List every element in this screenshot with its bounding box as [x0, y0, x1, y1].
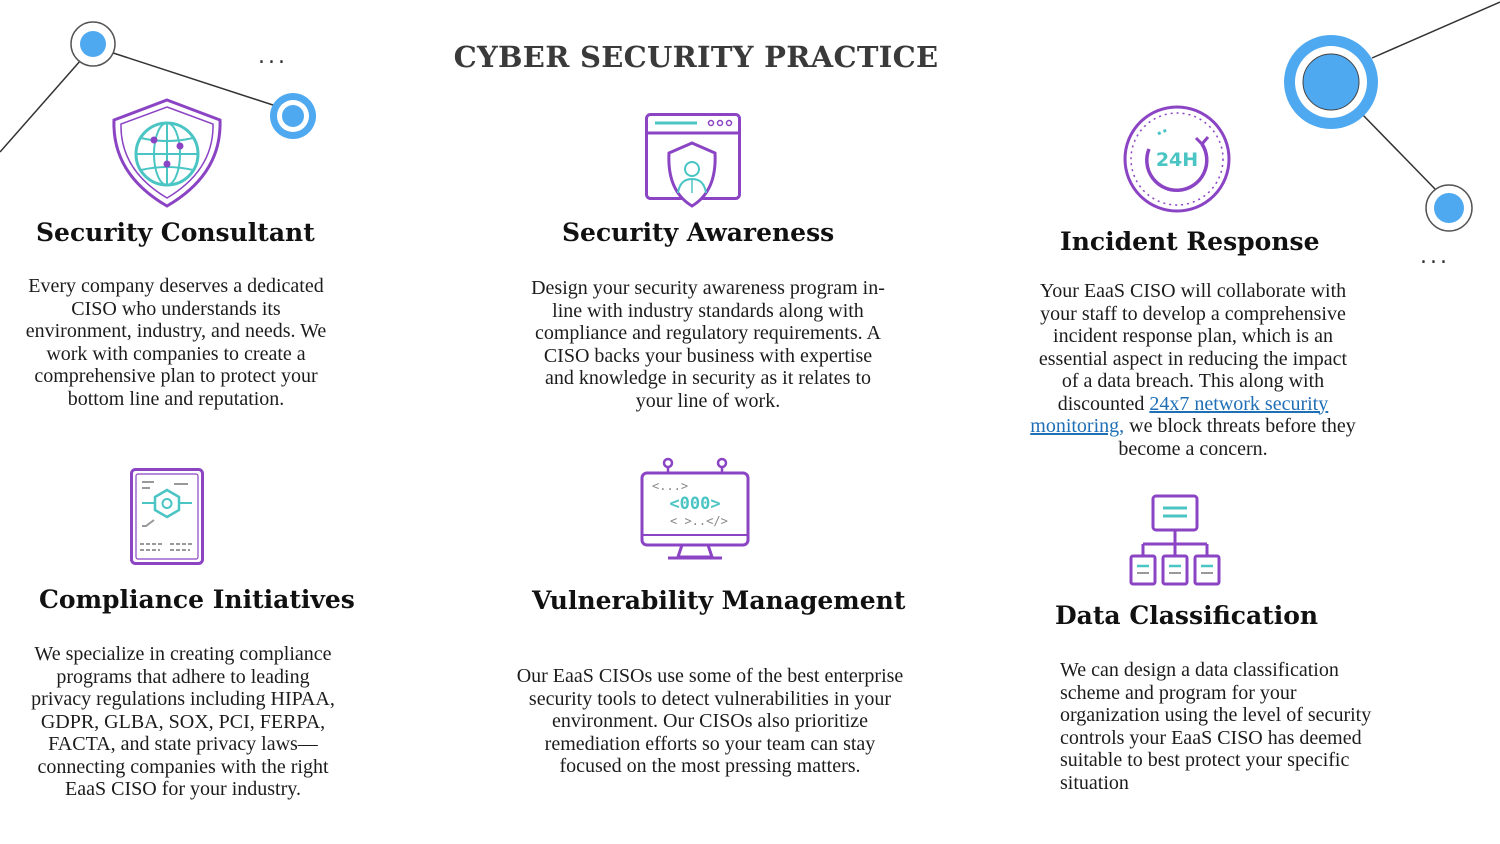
browser-user-shield-icon [645, 113, 741, 208]
document-gear-icon [130, 468, 204, 565]
compliance-initiatives-text: We specialize in creating compliance pro… [31, 643, 335, 800]
clock-label: 24H [1156, 149, 1198, 171]
security-consultant-heading: Security Consultant [36, 218, 315, 247]
vulnerability-management-heading: Vulnerability Management [532, 586, 906, 615]
page-title: CYBER SECURITY PRACTICE [453, 40, 939, 74]
data-classification-heading: Data Classification [1055, 601, 1319, 630]
shield-globe-icon [112, 98, 222, 208]
incident-response-text-end: we block threats before they become a co… [1118, 415, 1356, 460]
data-classification-text: We can design a data classification sche… [1060, 659, 1372, 794]
compliance-initiatives-heading: Compliance Initiatives [39, 585, 355, 614]
incident-response-heading: Incident Response [1060, 227, 1320, 256]
hierarchy-database-icon [1129, 494, 1221, 586]
clock-24h-icon: 24H [1123, 105, 1231, 213]
dots-decoration-right: ... [1420, 244, 1450, 269]
security-awareness-heading: Security Awareness [562, 218, 835, 247]
security-consultant-text: Every company deserves a dedicated CISO … [25, 275, 327, 410]
code-line-bot: < >..</> [670, 514, 728, 528]
code-line-top: <...> [652, 479, 688, 493]
vulnerability-management-text: Our EaaS CISOs use some of the best ente… [516, 665, 904, 777]
incident-response-text: Your EaaS CISO will collaborate with you… [1030, 280, 1356, 460]
monitor-code-icon: <...> <000> < >..</> [640, 457, 750, 560]
security-awareness-text: Design your security awareness program i… [531, 277, 885, 412]
code-line-mid: <000> [669, 494, 720, 514]
